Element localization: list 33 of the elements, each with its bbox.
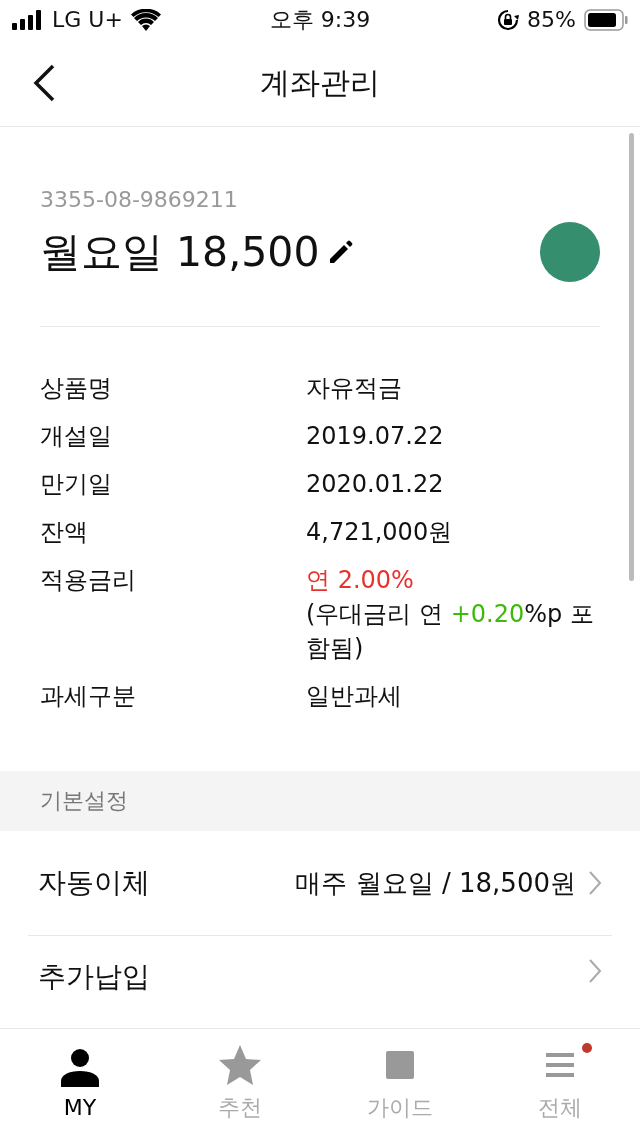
clock-time: 오후 9:39	[269, 5, 371, 34]
battery-icon	[584, 8, 628, 31]
detail-label: 만기일	[40, 469, 113, 501]
detail-label: 개설일	[40, 421, 113, 453]
battery-percent: 85%	[527, 7, 576, 33]
account-number: 3355-08-9869211	[40, 187, 239, 213]
account-name: 월요일 18,500	[40, 226, 320, 278]
detail-value: 자유적금	[306, 373, 403, 405]
detail-label: 잔액	[40, 517, 89, 549]
star-icon	[218, 1043, 262, 1086]
rate-note: (우대금리 연 +0.20%p 포함됨)	[306, 599, 595, 665]
settings-row[interactable]: 추가납입	[28, 936, 612, 1029]
detail-value: 4,721,000원	[306, 517, 454, 549]
wifi-icon	[130, 8, 161, 31]
settings-row[interactable]: 자동이체 매주 월요일 / 18,500원	[28, 831, 612, 937]
carrier-name: LG U+	[52, 7, 123, 33]
detail-value: 2019.07.22	[306, 421, 445, 453]
pencil-icon[interactable]	[327, 239, 354, 266]
detail-value: 일반과세	[306, 681, 403, 713]
page-title: 계좌관리	[260, 63, 380, 102]
person-icon	[59, 1047, 101, 1088]
back-icon[interactable]	[32, 63, 56, 102]
detail-label: 과세구분	[40, 681, 137, 713]
section-heading: 기본설정	[40, 787, 128, 816]
signal-icon	[12, 9, 44, 30]
interest-rate: 연 2.00%	[306, 565, 415, 597]
chevron-right-icon	[588, 958, 602, 985]
detail-label: 적용금리	[40, 565, 137, 597]
rotation-lock-icon	[497, 8, 520, 31]
chevron-right-icon	[588, 870, 602, 897]
tab[interactable]: MY	[0, 1029, 160, 1136]
detail-label: 상품명	[40, 373, 113, 405]
detail-value: 2020.01.22	[306, 469, 445, 501]
